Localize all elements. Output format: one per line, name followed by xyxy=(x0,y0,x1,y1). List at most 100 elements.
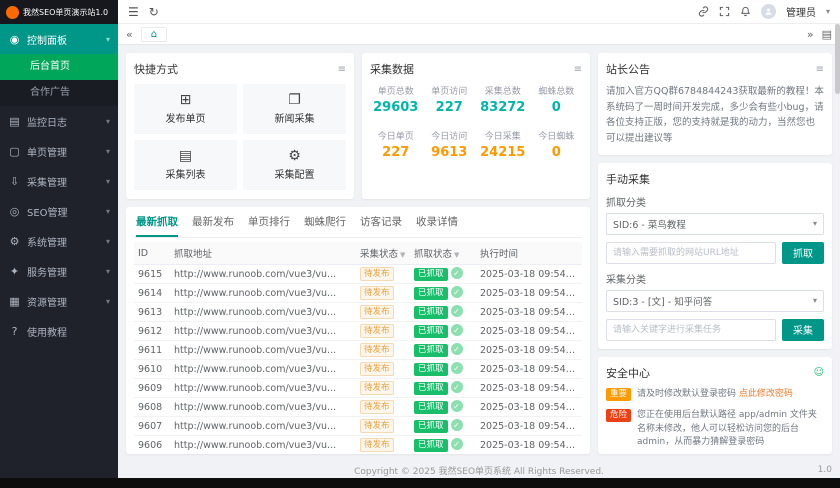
card-menu-icon[interactable]: ≡ xyxy=(574,64,582,75)
stats-title: 采集数据 xyxy=(370,61,414,77)
sidebar-subitem[interactable]: 后台首页 xyxy=(0,54,118,80)
sidebar-subitem[interactable]: 合作广告 xyxy=(0,80,118,106)
home-tab[interactable]: ⌂ xyxy=(141,27,167,42)
grab-button[interactable]: 抓取 xyxy=(782,242,824,264)
sidebar-item-label: 监控日志 xyxy=(27,114,67,129)
security-card: 安全中心 ☺ 重要请及时修改默认登录密码 点此修改密码危险您正在使用后台默认路径… xyxy=(598,357,832,454)
cell-id: 9614 xyxy=(134,284,170,303)
cell-url: http://www.runoob.com/vue3/vu... xyxy=(170,303,356,322)
shortcut-publish-grid[interactable]: ⊞发布单页 xyxy=(134,84,237,134)
home-icon: ⌂ xyxy=(151,29,157,40)
sidebar-item-download[interactable]: ⇩采集管理▾ xyxy=(0,166,118,196)
monitor-icon: ▤ xyxy=(8,115,21,128)
cell-time: 2025-03-18 09:54:28 xyxy=(476,436,582,455)
table-head: ID抓取地址采集状态▼抓取状态▼执行时间 xyxy=(134,242,582,265)
grab-url-input[interactable] xyxy=(606,242,776,264)
cell-collect-status: 待发布 xyxy=(356,322,410,341)
sidebar-item-monitor[interactable]: ▤监控日志▾ xyxy=(0,106,118,136)
refresh-icon[interactable]: ↻ xyxy=(149,6,159,18)
tabs-scroll-right-icon[interactable]: » xyxy=(807,28,814,41)
pending-badge: 待发布 xyxy=(360,343,394,357)
card-menu-icon[interactable]: ≡ xyxy=(338,64,346,75)
sidebar-item-label: 控制面板 xyxy=(27,32,67,47)
bell-icon[interactable] xyxy=(740,6,751,17)
stat-value: 24215 xyxy=(477,145,529,160)
cell-id: 9608 xyxy=(134,398,170,417)
fullscreen-icon[interactable] xyxy=(719,6,730,17)
security-list: 重要请及时修改默认登录密码 点此修改密码危险您正在使用后台默认路径 app/ad… xyxy=(606,388,824,454)
sidebar-item-label: 系统管理 xyxy=(27,234,67,249)
check-icon: ✓ xyxy=(451,324,463,336)
sidebar-item-service[interactable]: ✦服务管理▾ xyxy=(0,256,118,286)
scrollbar-thumb[interactable] xyxy=(835,24,840,94)
sidebar-item-dashboard[interactable]: ◉控制面板▾ xyxy=(0,24,118,54)
tab-访客记录[interactable]: 访客记录 xyxy=(360,214,402,237)
table-row: 9609http://www.runoob.com/vue3/vu...待发布已… xyxy=(134,379,582,398)
tab-最新发布[interactable]: 最新发布 xyxy=(192,214,234,237)
security-item: 危险您正在使用后台默认路径 app/admin 文件夹名称未修改，他人可以轻松访… xyxy=(606,409,824,450)
sidebar-item-label: SEO管理 xyxy=(27,204,68,219)
shortcut-news-book[interactable]: ❐新闻采集 xyxy=(243,84,346,134)
cell-url: http://www.runoob.com/vue3/vu... xyxy=(170,322,356,341)
shortcuts-card: 快捷方式 ≡ ⊞发布单页❐新闻采集▤采集列表⚙采集配置 xyxy=(126,53,354,199)
tab-单页排行[interactable]: 单页排行 xyxy=(248,214,290,237)
sidebar-item-help[interactable]: ?使用教程 xyxy=(0,316,118,346)
collect-keyword-input[interactable] xyxy=(606,319,776,341)
shortcuts-title: 快捷方式 xyxy=(134,61,178,77)
stat-today: 今日访问9613 xyxy=(424,129,476,160)
filter-icon[interactable]: ▼ xyxy=(454,251,459,259)
tab-收录详情[interactable]: 收录详情 xyxy=(416,214,458,237)
cell-collect-status: 待发布 xyxy=(356,341,410,360)
sidebar-item-seo[interactable]: ◎SEO管理▾ xyxy=(0,196,118,226)
cell-grab-status: 已抓取✓ xyxy=(410,322,476,341)
chevron-down-icon: ▾ xyxy=(106,207,110,216)
menu-toggle-icon[interactable]: ☰ xyxy=(128,6,139,18)
sidebar-item-gear[interactable]: ⚙系统管理▾ xyxy=(0,226,118,256)
cell-url: http://www.runoob.com/vue3/vu... xyxy=(170,417,356,436)
cell-time: 2025-03-18 09:54:28 xyxy=(476,417,582,436)
cell-collect-status: 待发布 xyxy=(356,398,410,417)
grabbed-badge: 已抓取 xyxy=(414,420,448,433)
grabbed-badge: 已抓取 xyxy=(414,287,448,300)
grabbed-badge: 已抓取 xyxy=(414,306,448,319)
pending-badge: 待发布 xyxy=(360,362,394,376)
column-header: ID xyxy=(134,242,170,265)
cell-id: 9613 xyxy=(134,303,170,322)
top-row: 快捷方式 ≡ ⊞发布单页❐新闻采集▤采集列表⚙采集配置 采集数据 ≡ 单页总数2… xyxy=(126,53,590,199)
collect-category-select[interactable]: SID:3 - [文] - 知乎问答 ▾ xyxy=(606,290,824,312)
tab-最新抓取[interactable]: 最新抓取 xyxy=(136,214,178,237)
shortcut-collect-list[interactable]: ▤采集列表 xyxy=(134,140,237,190)
scrollbar[interactable] xyxy=(835,24,840,478)
shortcut-collect-gear[interactable]: ⚙采集配置 xyxy=(243,140,346,190)
sidebar-item-page[interactable]: ▢单页管理▾ xyxy=(0,136,118,166)
shortcut-label: 新闻采集 xyxy=(275,110,315,125)
notice-text: 请加入官方QQ群6784844243获取最新的教程！本系统码了一周时间开发完成，… xyxy=(606,84,824,147)
link-icon[interactable] xyxy=(698,6,709,17)
collect-category-label: 采集分类 xyxy=(606,271,824,286)
collect-category-value: SID:3 - [文] - 知乎问答 xyxy=(613,294,712,308)
username-label[interactable]: 管理员 xyxy=(786,4,816,19)
pending-badge: 待发布 xyxy=(360,400,394,414)
grab-category-select[interactable]: SID:6 - 菜鸟教程 ▾ xyxy=(606,213,824,235)
grabbed-badge: 已抓取 xyxy=(414,363,448,376)
grabbed-badge: 已抓取 xyxy=(414,401,448,414)
tabs-menu-icon[interactable]: ▤ xyxy=(822,28,832,41)
card-menu-icon[interactable]: ≡ xyxy=(816,64,824,75)
tabs-scroll-left-icon[interactable]: « xyxy=(126,28,133,41)
page-icon: ▢ xyxy=(8,145,21,158)
stat-label: 今日蜘蛛 xyxy=(531,129,583,142)
tab-蜘蛛爬行[interactable]: 蜘蛛爬行 xyxy=(304,214,346,237)
filter-icon[interactable]: ▼ xyxy=(400,251,405,259)
stat-total: 蜘蛛总数0 xyxy=(531,84,583,115)
sidebar-item-database[interactable]: ▦资源管理▾ xyxy=(0,286,118,316)
stat-label: 今日单页 xyxy=(370,129,422,142)
avatar[interactable] xyxy=(761,4,776,19)
stat-label: 今日访问 xyxy=(424,129,476,142)
security-link[interactable]: 点此修改密码 xyxy=(739,389,793,399)
manual-collect-card: 手动采集 抓取分类 SID:6 - 菜鸟教程 ▾ 抓取 采集分类 SID:3 -… xyxy=(598,163,832,349)
cell-time: 2025-03-18 09:54:28 xyxy=(476,284,582,303)
security-badge: 危险 xyxy=(606,409,631,422)
cell-grab-status: 已抓取✓ xyxy=(410,284,476,303)
collect-button[interactable]: 采集 xyxy=(782,319,824,341)
table-row: 9607http://www.runoob.com/vue3/vu...待发布已… xyxy=(134,417,582,436)
